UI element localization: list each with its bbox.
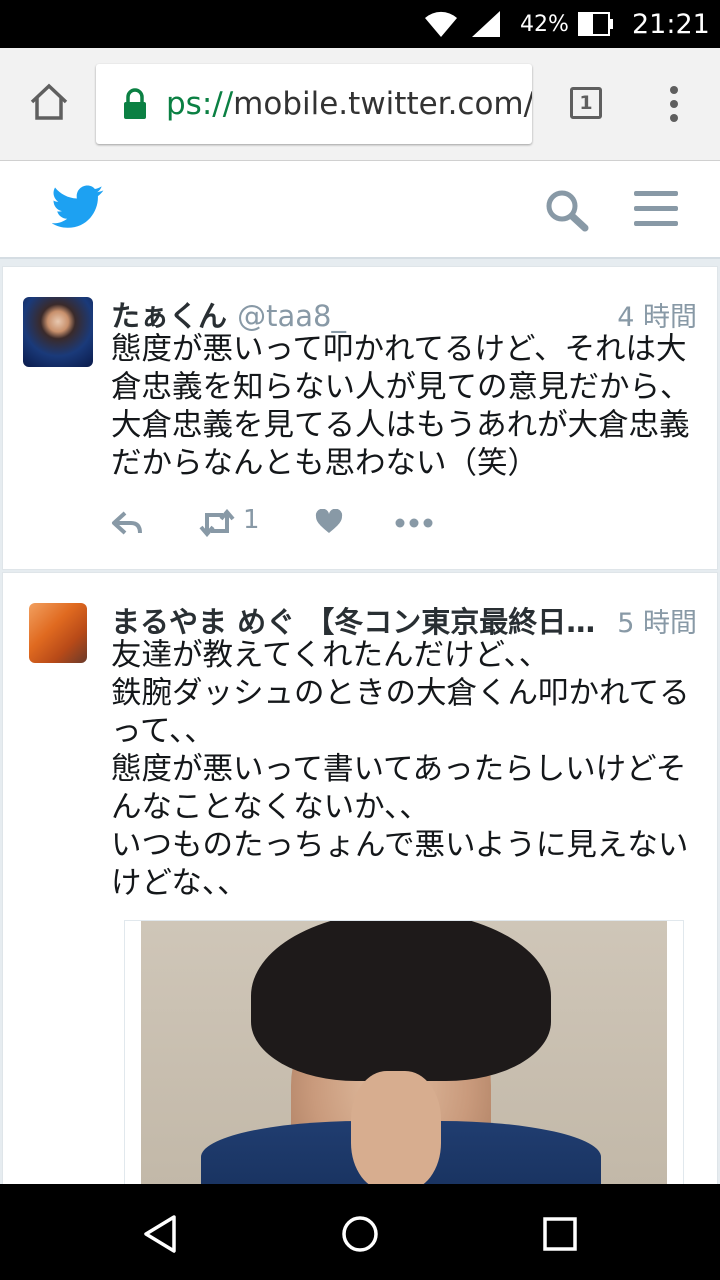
status-bar: 42% 21:21 [0, 0, 720, 48]
reply-icon[interactable] [111, 509, 143, 537]
signal-icon [472, 11, 500, 37]
twitter-logo-icon[interactable] [52, 185, 104, 229]
more-options-icon[interactable] [395, 517, 433, 529]
tweet-media[interactable] [124, 920, 684, 1190]
tweet-text: 態度が悪いって叩かれてるけど、それは大 倉忠義を知らない人が見ての意見だから、 … [111, 332, 691, 481]
tweet-card[interactable]: たぁくん @taa8_ 4 時間 態度が悪いって叩かれてるけど、それは大 倉忠義… [2, 266, 718, 570]
retweet-icon[interactable] [199, 509, 235, 537]
user-handle: @taa8_ [237, 299, 346, 333]
home-icon[interactable] [28, 82, 70, 124]
display-name: まるやま めぐ 【冬コン東京最終日… [111, 605, 596, 639]
twitter-header [0, 161, 720, 259]
avatar[interactable] [29, 603, 87, 663]
url-text: ps://mobile.twitter.com/s [166, 86, 532, 122]
tweet-timestamp[interactable]: 4 時間 [617, 295, 697, 334]
photo-hand [351, 1071, 441, 1189]
browser-toolbar: ps://mobile.twitter.com/s 1 [0, 48, 720, 161]
tab-switcher-button[interactable]: 1 [570, 87, 602, 119]
avatar[interactable] [23, 297, 93, 367]
hamburger-menu-icon[interactable] [632, 189, 680, 229]
recents-icon[interactable] [542, 1216, 578, 1252]
tweet-text: 友達が教えてくれたんだけど、、 鉄腕ダッシュのときの大倉くん叩かれてる って、、… [111, 638, 690, 901]
url-host: mobile.twitter.com/s [233, 86, 532, 122]
like-icon[interactable] [315, 509, 343, 535]
clock: 21:21 [632, 9, 710, 40]
battery-icon [578, 12, 613, 36]
navigation-bar [0, 1184, 720, 1280]
search-icon[interactable] [544, 188, 590, 232]
url-scheme: ps:// [166, 86, 234, 122]
photo-hair [251, 921, 551, 1081]
back-icon[interactable] [142, 1214, 178, 1254]
lock-icon [124, 88, 146, 119]
tweet-author[interactable]: まるやま めぐ 【冬コン東京最終日… [111, 599, 595, 641]
battery-percent: 42% [520, 12, 569, 37]
display-name: たぁくん [111, 299, 228, 333]
address-bar[interactable]: ps://mobile.twitter.com/s [96, 64, 532, 144]
tweet-timestamp[interactable]: 5 時間 [617, 601, 697, 640]
home-nav-icon[interactable] [340, 1214, 380, 1254]
overflow-menu-icon[interactable] [664, 84, 684, 124]
retweet-count: 1 [243, 505, 260, 535]
tweet-author[interactable]: たぁくん @taa8_ [111, 293, 346, 335]
wifi-icon [425, 11, 457, 38]
tweet-photo [141, 921, 667, 1189]
